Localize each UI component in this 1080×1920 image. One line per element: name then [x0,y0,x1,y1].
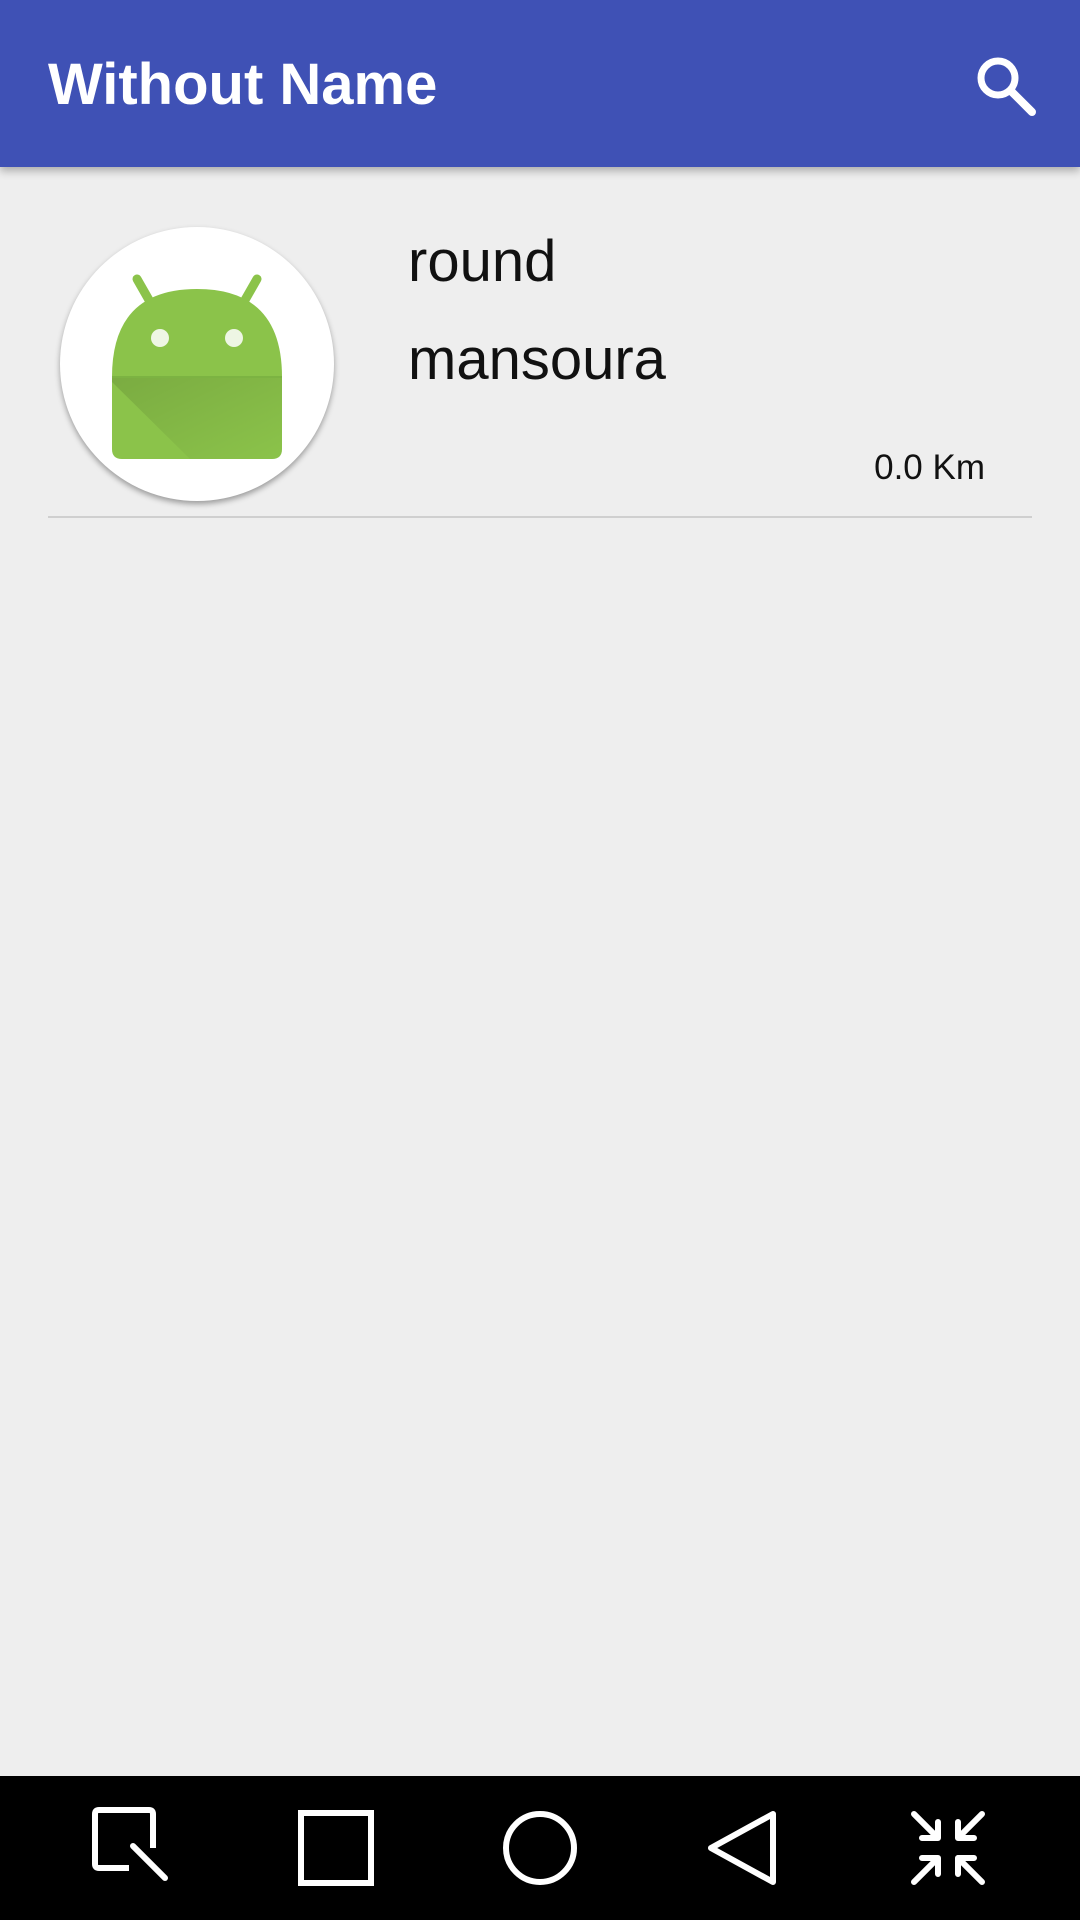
app-bar: Without Name [0,0,1080,167]
android-robot-icon [112,274,282,459]
home-button[interactable] [492,1800,588,1896]
collapse-arrows-icon [911,1811,985,1885]
back-button[interactable] [697,1800,793,1896]
avatar [60,227,334,501]
app-title: Without Name [48,52,438,117]
screenshot-edit-icon [92,1807,168,1881]
screenshot-edit-button[interactable] [83,1800,179,1896]
recents-button[interactable] [288,1800,384,1896]
item-distance: 0.0 Km [874,448,985,487]
search-icon [977,57,1036,116]
list-item[interactable]: round mansoura 0.0 Km [0,167,1080,516]
system-nav-bar [0,1776,1080,1920]
home-circle-icon [503,1811,577,1885]
recents-square-icon [298,1810,374,1886]
back-triangle-icon [708,1811,776,1885]
search-button[interactable] [966,46,1046,126]
list-divider [48,516,1032,518]
item-city: mansoura [408,327,666,392]
item-name: round [408,229,557,294]
collapse-button[interactable] [900,1800,996,1896]
